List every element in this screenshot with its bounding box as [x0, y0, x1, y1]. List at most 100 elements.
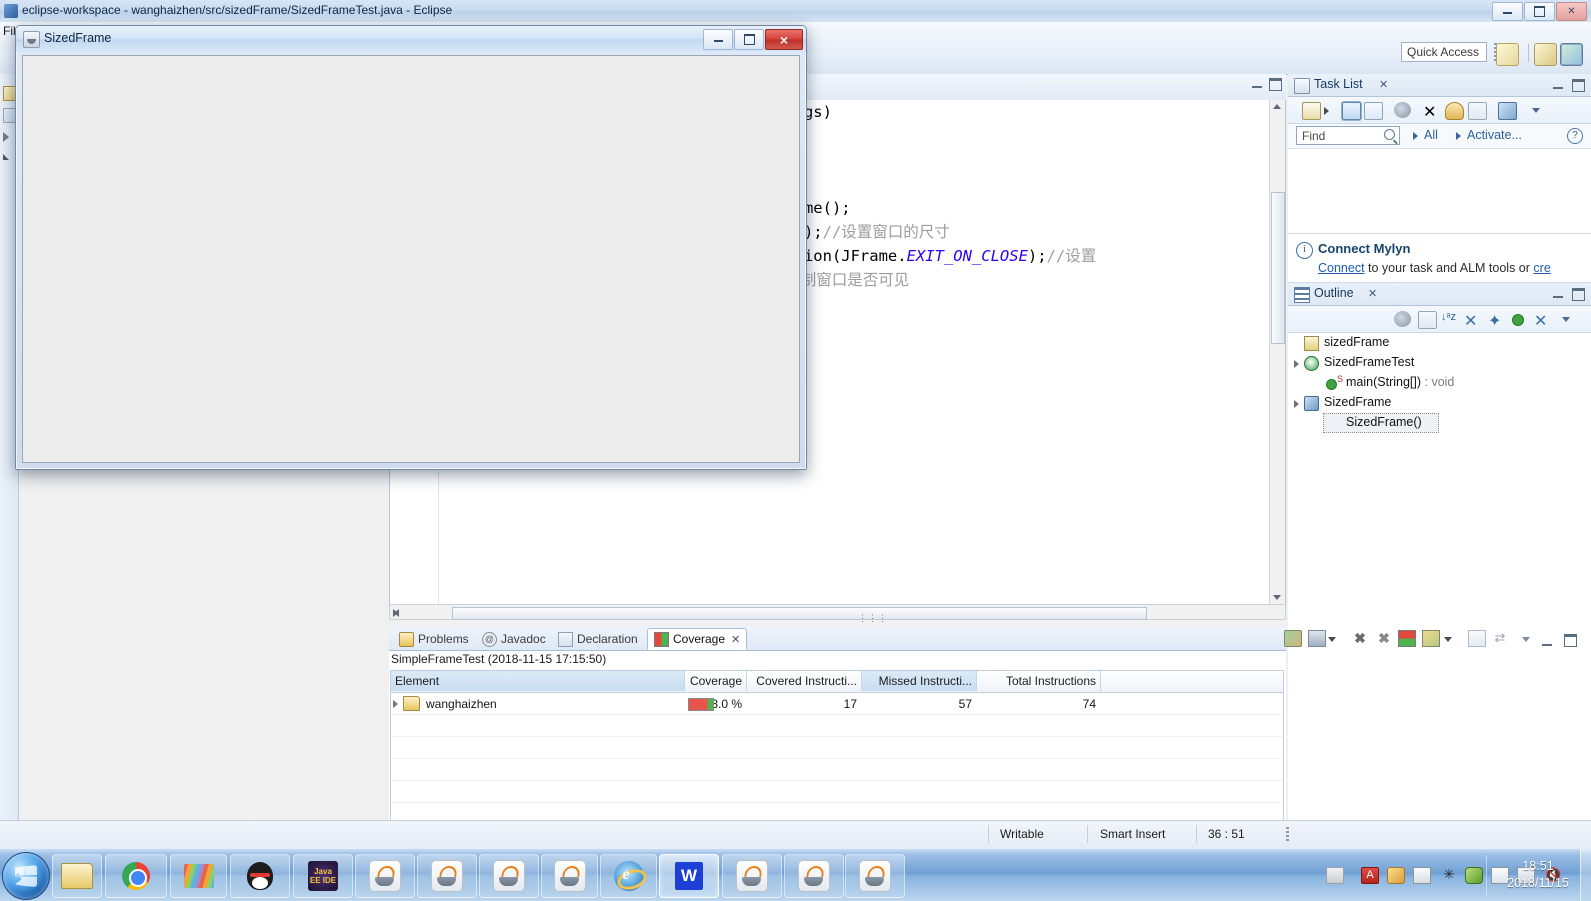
outline-item[interactable]: SizedFrameTest: [1288, 353, 1588, 373]
create-link[interactable]: cre: [1533, 261, 1550, 275]
task-list-body[interactable]: [1288, 149, 1591, 233]
snowflake-icon[interactable]: ✳: [1441, 867, 1457, 882]
collapse-all-coverage-icon[interactable]: [1468, 630, 1486, 647]
filter-all-link[interactable]: All: [1424, 128, 1438, 142]
column-header[interactable]: Missed Instructi...: [862, 671, 977, 691]
help-icon[interactable]: ?: [1567, 128, 1583, 144]
tab-javadoc[interactable]: @ Javadoc: [476, 628, 552, 650]
sort-alphabetically-icon[interactable]: ↓ᵃz: [1440, 311, 1457, 327]
java-ee-ide-icon[interactable]: Java EE IDE: [293, 854, 353, 898]
hide-local-icon[interactable]: ✕: [1534, 311, 1551, 330]
hide-static-icon[interactable]: ✦: [1488, 311, 1505, 330]
adobe-icon[interactable]: A: [1361, 867, 1379, 884]
sizedframe-close-button[interactable]: ×: [765, 29, 803, 50]
maximize-outline-icon[interactable]: [1572, 288, 1585, 301]
relaunch-coverage-icon[interactable]: [1284, 630, 1302, 647]
activate-arrow-icon[interactable]: [1456, 132, 1461, 140]
status-bar-resize-grip[interactable]: [1286, 827, 1289, 843]
scroll-right-arrow-icon[interactable]: [393, 609, 402, 617]
outline-item[interactable]: sizedFrame: [1288, 333, 1588, 353]
column-header[interactable]: Element: [391, 671, 685, 691]
scroll-up-arrow-icon[interactable]: [1273, 104, 1281, 109]
explorer-icon[interactable]: [52, 854, 102, 898]
new-task-icon[interactable]: [1302, 102, 1321, 120]
chrome-icon[interactable]: [105, 854, 167, 898]
outline-item[interactable]: SizedFrame: [1288, 393, 1588, 413]
maximize-coverage-icon[interactable]: [1564, 634, 1577, 647]
scheduled-mode-icon[interactable]: [1364, 102, 1383, 120]
tab-declaration[interactable]: Declaration: [552, 628, 644, 650]
tab-problems[interactable]: Problems: [393, 628, 475, 650]
expand-arrow-icon[interactable]: [1294, 400, 1299, 408]
show-desktop-button[interactable]: [1580, 849, 1591, 901]
network-share-icon[interactable]: [1413, 867, 1431, 884]
start-button[interactable]: [2, 852, 50, 900]
java-app-icon-4[interactable]: [541, 854, 598, 898]
java-app-icon-3[interactable]: [479, 854, 539, 898]
column-header[interactable]: Total Instructions: [977, 671, 1101, 691]
internet-explorer-icon[interactable]: e: [600, 854, 657, 898]
colorful-app-icon[interactable]: [170, 854, 227, 898]
focus-on-active-task-icon[interactable]: [1445, 102, 1464, 120]
sizedframe-maximize-button[interactable]: [734, 29, 764, 50]
rail-expand-arrow[interactable]: [3, 132, 9, 142]
java-app-icon-5[interactable]: [722, 854, 782, 898]
sizedframe-minimize-button[interactable]: [703, 29, 733, 50]
link-with-selection-icon[interactable]: ⇄: [1492, 630, 1508, 645]
editor-horizontal-scrollbar[interactable]: ⋮⋮⋮: [389, 604, 1286, 623]
java-app-icon-1[interactable]: [355, 854, 415, 898]
editor-vertical-scrollbar[interactable]: [1269, 100, 1285, 604]
outline-view-menu-icon[interactable]: [1562, 317, 1570, 326]
new-task-dropdown-icon[interactable]: [1324, 107, 1329, 115]
sizedframe-title-bar[interactable]: SizedFrame ×: [16, 26, 806, 52]
focus-off-icon[interactable]: ✕: [1423, 102, 1440, 121]
java-app-icon-2[interactable]: [417, 854, 477, 898]
qq-tray-icon[interactable]: [1387, 867, 1405, 884]
minimize-button[interactable]: [1492, 2, 1523, 21]
hide-fields-icon[interactable]: ✕: [1464, 311, 1481, 330]
import-session-icon[interactable]: [1308, 630, 1326, 647]
focus-outline-icon[interactable]: [1394, 311, 1411, 327]
view-menu-globe-icon[interactable]: [1498, 102, 1517, 120]
scroll-down-arrow-icon[interactable]: [1273, 595, 1281, 600]
editor-vscroll-thumb[interactable]: [1271, 192, 1285, 344]
minimize-coverage-icon[interactable]: [1542, 636, 1552, 646]
outline-tree[interactable]: sizedFrame SizedFrameTest Smain(String[]) …: [1288, 333, 1591, 853]
synchronize-icon[interactable]: [1394, 102, 1411, 118]
taskbar-clock-time[interactable]: 18:51: [1491, 859, 1585, 873]
coverage-settings-icon[interactable]: [1422, 630, 1440, 647]
maximize-task-list-icon[interactable]: [1572, 79, 1585, 92]
maximize-editor-icon[interactable]: [1269, 78, 1282, 91]
remove-all-sessions-icon[interactable]: ✖: [1376, 630, 1392, 646]
minimize-outline-icon[interactable]: [1553, 288, 1563, 298]
perspective-java-icon[interactable]: [1534, 43, 1557, 66]
merge-sessions-icon[interactable]: [1398, 630, 1416, 647]
coverage-table-rows[interactable]: wanghaizhen 23.0 % 17 57 74: [391, 693, 1283, 825]
java-app-icon-7[interactable]: [845, 854, 905, 898]
close-button[interactable]: ✕: [1556, 2, 1587, 21]
editor-hscroll-thumb[interactable]: ⋮⋮⋮: [452, 607, 1147, 623]
activate-link[interactable]: Activate...: [1467, 128, 1522, 142]
column-header[interactable]: Covered Instructi...: [747, 671, 862, 691]
tab-coverage[interactable]: Coverage ✕: [647, 628, 748, 650]
minimize-editor-icon[interactable]: [1252, 78, 1262, 88]
shield-green-icon[interactable]: [1465, 867, 1483, 884]
expand-arrow-icon[interactable]: [1294, 360, 1299, 368]
session-dropdown-icon[interactable]: [1328, 637, 1336, 646]
taskbar-clock-date[interactable]: 2018/11/15: [1491, 876, 1585, 890]
task-list-close-icon[interactable]: ✕: [1379, 78, 1388, 91]
open-perspective-icon[interactable]: [1496, 43, 1519, 66]
collapse-all-icon[interactable]: [1468, 102, 1487, 120]
minimize-task-list-icon[interactable]: [1553, 79, 1563, 89]
outline-item[interactable]: Smain(String[]) : void: [1288, 373, 1588, 393]
column-header[interactable]: Coverage: [685, 671, 747, 691]
wps-writer-icon[interactable]: W: [659, 854, 719, 898]
all-filter-arrow-icon[interactable]: [1413, 132, 1418, 140]
sizedframe-window[interactable]: SizedFrame ×: [15, 25, 807, 470]
hide-public-icon[interactable]: [1512, 314, 1524, 326]
view-menu-icon[interactable]: [1532, 108, 1540, 117]
keyboard-layout-icon[interactable]: [1326, 867, 1344, 884]
outline-close-icon[interactable]: ✕: [1368, 287, 1377, 300]
coverage-table[interactable]: Element Coverage Covered Instructi... Misse…: [390, 670, 1284, 833]
coverage-view-menu-icon[interactable]: [1522, 637, 1530, 646]
